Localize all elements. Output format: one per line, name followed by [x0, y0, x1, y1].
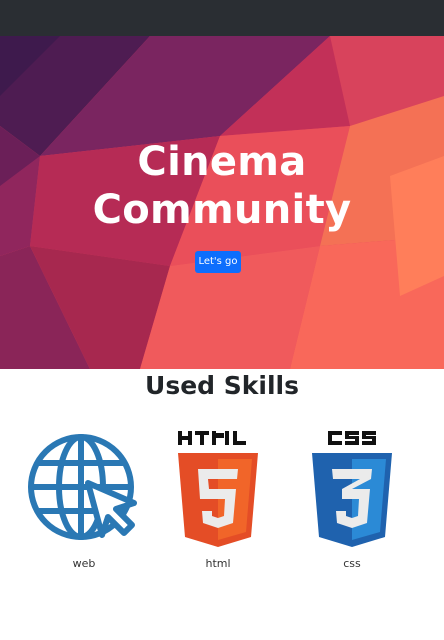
- skill-web: [19, 425, 149, 541]
- globe-cursor-icon: [28, 434, 137, 540]
- html5-icon: [178, 431, 258, 547]
- skills-title: Used Skills: [145, 371, 299, 400]
- skill-css: [287, 425, 417, 549]
- hero-title-line1: Cinema: [137, 139, 307, 185]
- top-navbar: [0, 0, 444, 36]
- skill-label-html: html: [205, 557, 231, 570]
- hero-title: Cinema Community: [0, 138, 444, 234]
- skill-label-web: web: [72, 557, 96, 570]
- css3-icon: [312, 431, 392, 547]
- skill-html: [153, 425, 283, 549]
- lets-go-button[interactable]: Let's go: [195, 251, 241, 273]
- hero-title-line2: Community: [92, 187, 352, 233]
- hero-banner: Cinema Community Let's go: [0, 36, 444, 369]
- skill-label-css: css: [343, 557, 361, 570]
- hero-content: Cinema Community Let's go: [0, 36, 444, 369]
